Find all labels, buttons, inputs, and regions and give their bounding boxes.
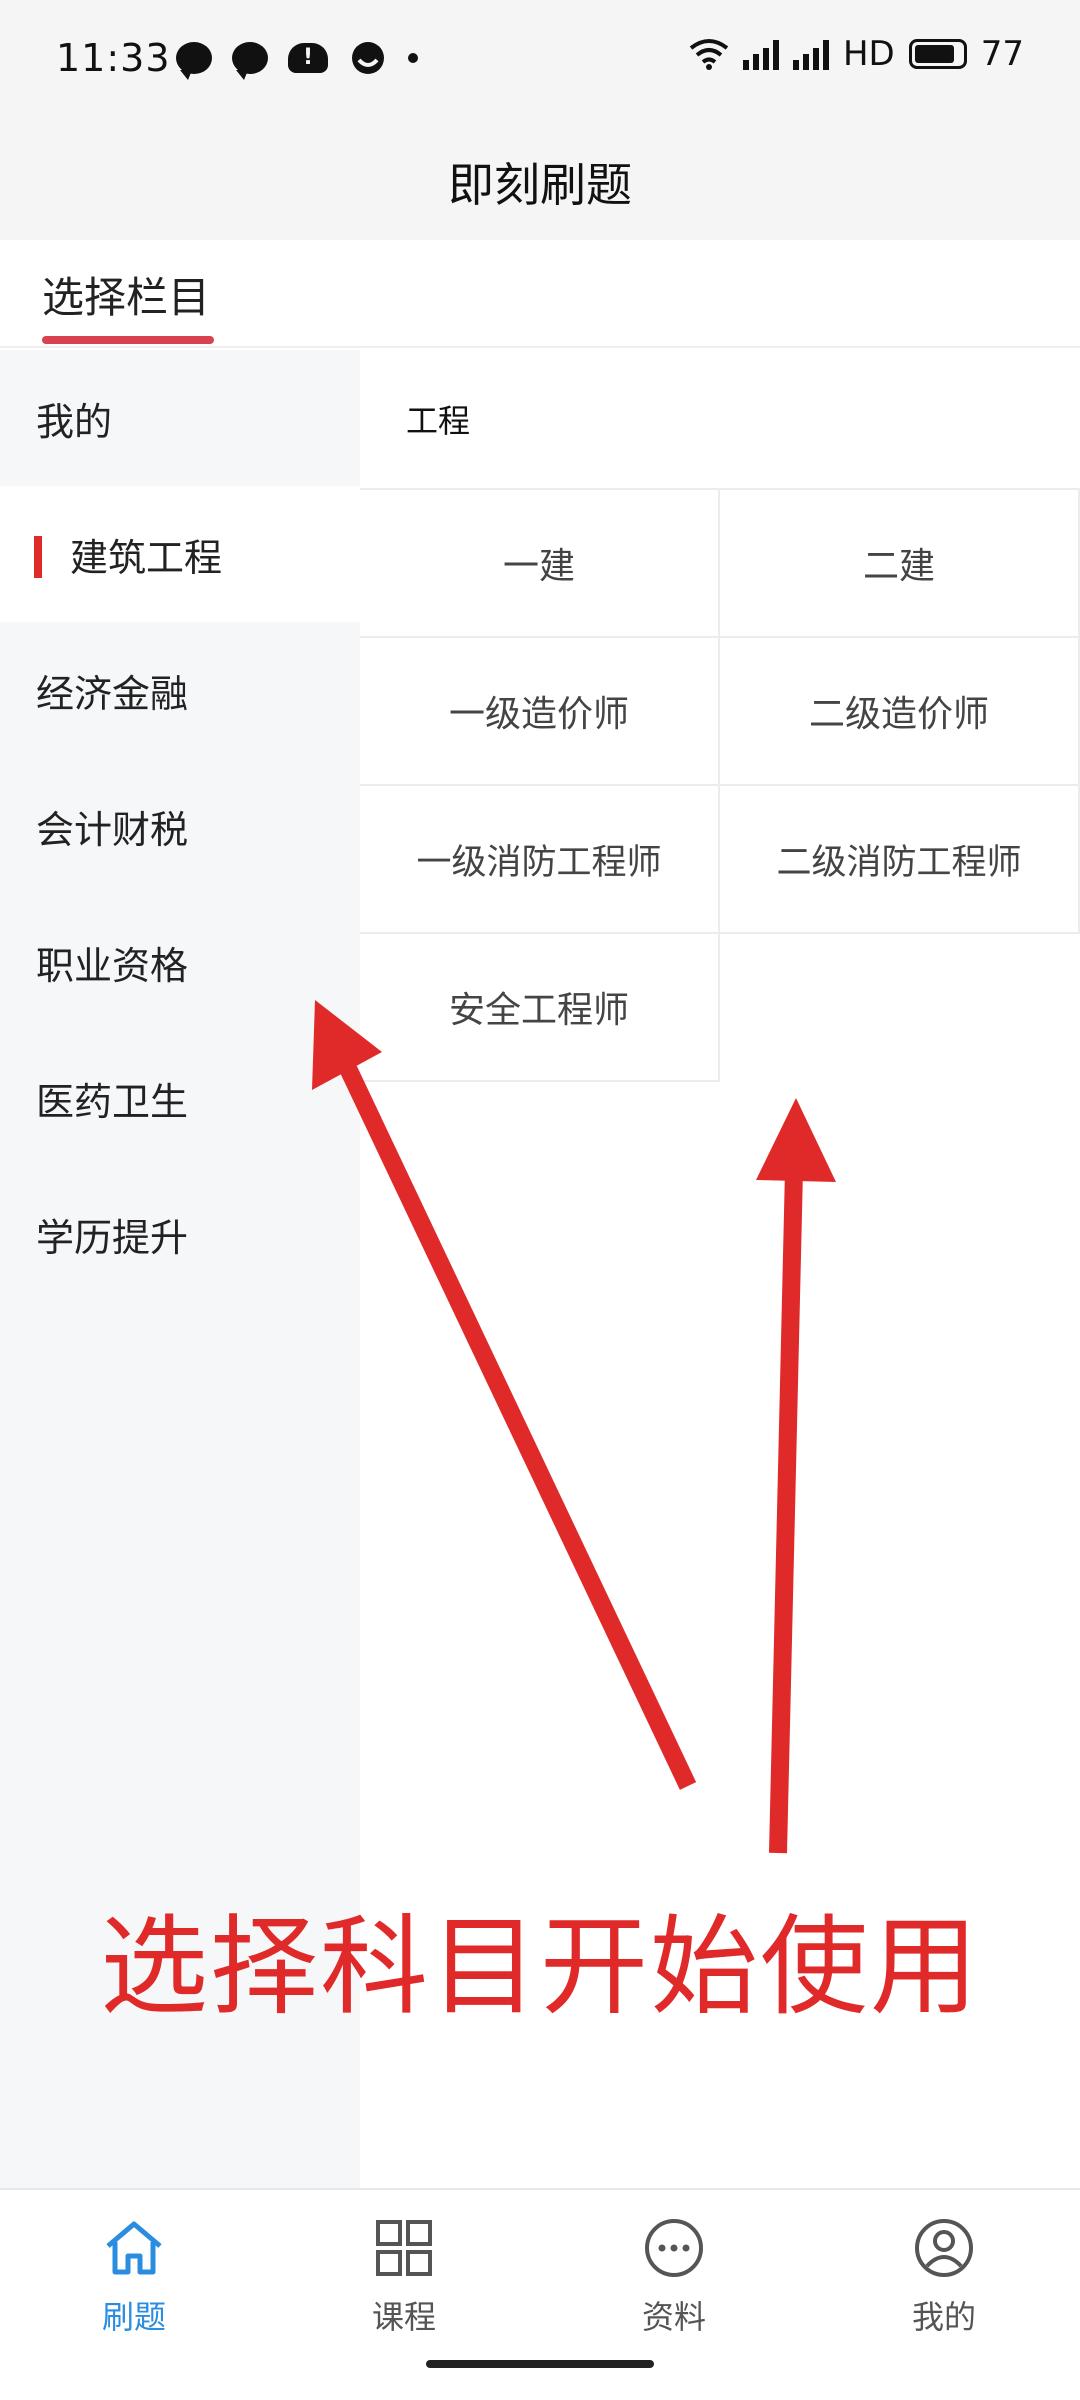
- subject-item[interactable]: 二级造价师: [720, 638, 1080, 786]
- nav-profile[interactable]: 我的: [844, 2204, 1044, 2338]
- more-circle-icon: [645, 2219, 703, 2277]
- subject-item[interactable]: 二级消防工程师: [720, 786, 1080, 934]
- signal-5g-icon: [792, 38, 829, 70]
- sidebar-item-medical[interactable]: 医药卫生: [0, 1030, 360, 1166]
- app-header: 即刻刷题: [0, 125, 1080, 240]
- arrow-to-subjects-head: [756, 1098, 836, 1182]
- signal-5g-icon: [742, 38, 779, 70]
- battery-level: 77: [980, 34, 1024, 74]
- subject-item[interactable]: 安全工程师: [360, 934, 720, 1082]
- sidebar-item-mine[interactable]: 我的: [0, 350, 360, 486]
- sidebar-item-education[interactable]: 学历提升: [0, 1166, 360, 1302]
- network-label: HD: [842, 34, 895, 74]
- face-icon: [352, 42, 384, 74]
- bottom-nav: 刷题 课程 资料 我的: [0, 2188, 1080, 2400]
- status-bar: 11:33 ! HD 77: [0, 0, 1080, 125]
- nav-practice[interactable]: 刷题: [34, 2204, 234, 2338]
- status-time: 11:33: [56, 36, 171, 80]
- subject-item[interactable]: 一级消防工程师: [360, 786, 720, 934]
- nav-label: 课程: [371, 2298, 436, 2336]
- sidebar-item-accounting[interactable]: 会计财税: [0, 758, 360, 894]
- user-circle-icon: [915, 2219, 973, 2277]
- section-tab-bar: 选择栏目: [0, 240, 1080, 348]
- page-title: 即刻刷题: [448, 158, 632, 212]
- home-indicator: [426, 2360, 654, 2368]
- home-icon: [106, 2221, 162, 2275]
- nav-materials[interactable]: 资料: [574, 2204, 774, 2338]
- nav-label: 我的: [911, 2298, 976, 2336]
- tab-select-column[interactable]: 选择栏目: [42, 264, 210, 325]
- arrow-to-sidebar-line: [335, 1056, 697, 1790]
- subject-panel: 工程 一建 二建 一级造价师 二级造价师 一级消防工程师 二级消防工程师 安全工…: [360, 350, 1080, 1082]
- message-bubble-icon: [176, 42, 212, 80]
- grid-icon: [376, 2220, 432, 2276]
- system-icons: HD 77: [689, 34, 1024, 74]
- dot-icon: [408, 53, 418, 63]
- sidebar-item-construction[interactable]: 建筑工程: [0, 486, 360, 622]
- wifi-icon: [689, 39, 729, 70]
- arrow-to-subjects-line: [769, 1169, 803, 1854]
- group-title: 工程: [360, 350, 1080, 490]
- chat-bubble-icon: [232, 42, 268, 80]
- sidebar-item-qualification[interactable]: 职业资格: [0, 894, 360, 1030]
- subject-item[interactable]: 一建: [360, 490, 720, 638]
- nav-label: 刷题: [101, 2298, 166, 2336]
- subject-grid: 一建 二建 一级造价师 二级造价师 一级消防工程师 二级消防工程师 安全工程师: [360, 490, 1080, 1082]
- cloud-warning-icon: !: [288, 43, 328, 73]
- subject-item[interactable]: 一级造价师: [360, 638, 720, 786]
- nav-label: 资料: [641, 2298, 706, 2336]
- category-sidebar: 我的 建筑工程 经济金融 会计财税 职业资格 医药卫生 学历提升: [0, 350, 360, 2188]
- battery-icon: [908, 39, 967, 69]
- nav-courses[interactable]: 课程: [304, 2204, 504, 2338]
- subject-item[interactable]: 二建: [720, 490, 1080, 638]
- notification-icons: !: [176, 40, 418, 80]
- sidebar-item-finance[interactable]: 经济金融: [0, 622, 360, 758]
- tab-active-indicator: [42, 336, 214, 344]
